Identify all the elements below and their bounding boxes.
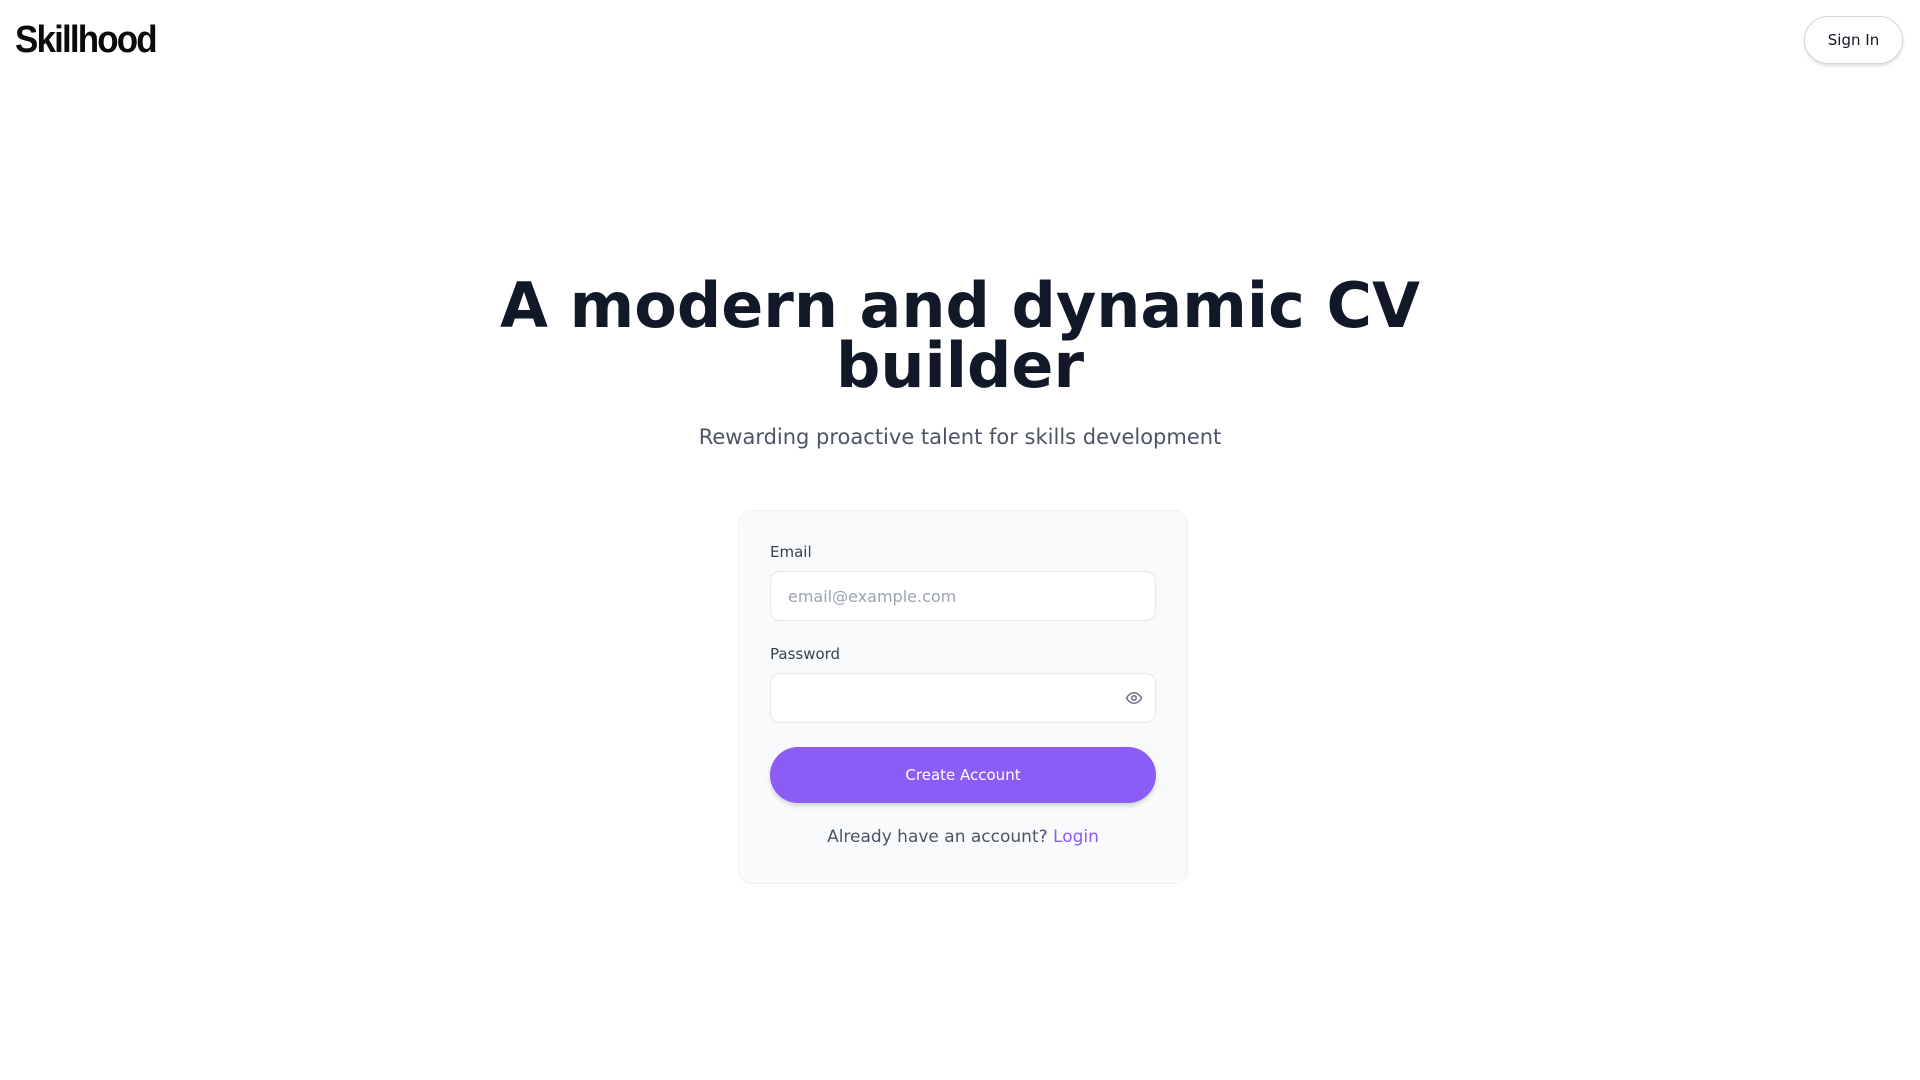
login-link[interactable]: Login (1053, 827, 1099, 847)
signup-card: Email Password Create Account Already ha… (738, 510, 1188, 884)
hero-section: A modern and dynamic CV builder Rewardin… (0, 269, 1920, 450)
hero-title: A modern and dynamic CV builder (500, 269, 1420, 402)
site-header: Skillhood Sign In (0, 0, 1920, 80)
email-field-wrapper (770, 571, 1156, 621)
login-prompt-text: Already have an account? (827, 827, 1048, 847)
email-label: Email (770, 543, 812, 561)
create-account-button[interactable]: Create Account (770, 747, 1156, 803)
email-input[interactable] (770, 571, 1156, 621)
skillhood-logo[interactable]: Skillhood (15, 18, 158, 62)
eye-icon[interactable] (1122, 686, 1146, 710)
login-prompt-row: Already have an account? Login (770, 827, 1156, 847)
password-input[interactable] (770, 673, 1156, 723)
password-label: Password (770, 645, 841, 663)
sign-in-button[interactable]: Sign In (1804, 16, 1903, 64)
hero-subtitle: Rewarding proactive talent for skills de… (698, 425, 1222, 449)
password-field-wrapper (770, 673, 1156, 723)
